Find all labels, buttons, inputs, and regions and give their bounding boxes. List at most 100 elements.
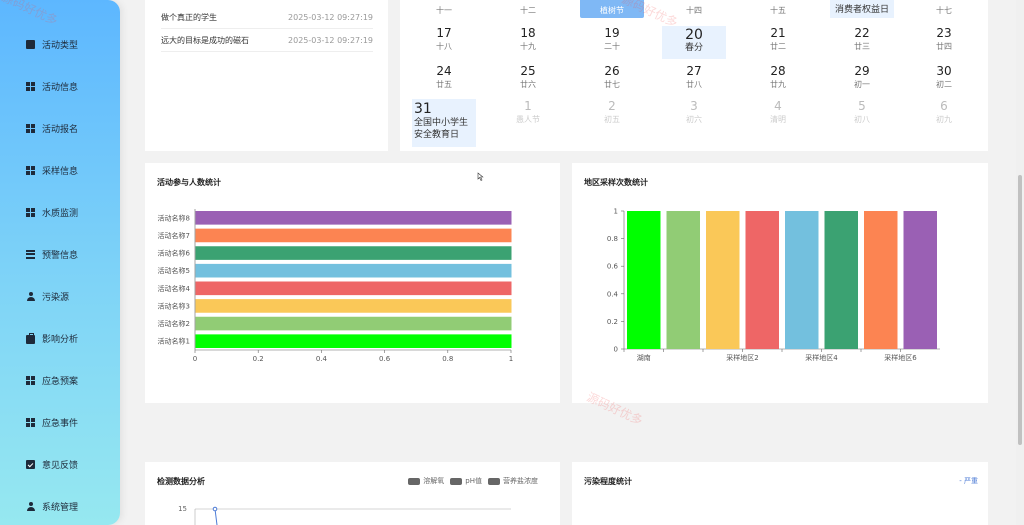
day-lunar: 廿三 xyxy=(854,42,870,51)
bar[interactable] xyxy=(666,211,701,349)
sidebar-item-activity-info[interactable]: 活动信息 xyxy=(26,78,78,94)
bar[interactable] xyxy=(195,228,512,243)
sidebar-item-label: 活动信息 xyxy=(42,82,79,93)
sidebar-item-feedback[interactable]: 意见反馈 xyxy=(26,456,78,472)
briefcase-icon xyxy=(26,332,35,344)
calendar-day[interactable]: 2 初五 xyxy=(580,99,644,125)
scrollbar-thumb[interactable] xyxy=(1018,175,1022,445)
calendar-day[interactable]: 十一 xyxy=(412,0,476,18)
calendar-day[interactable]: 5 初八 xyxy=(830,99,894,125)
bar[interactable] xyxy=(627,211,661,349)
calendar-day[interactable]: 29 初一 xyxy=(830,64,894,90)
sidebar-item-label: 意见反馈 xyxy=(42,460,79,471)
bar[interactable] xyxy=(195,211,512,225)
bar[interactable] xyxy=(195,334,512,348)
x-tick-label: 0 xyxy=(193,355,197,363)
sidebar-item-warning-info[interactable]: 预警信息 xyxy=(26,246,78,262)
sidebar-item-system-admin[interactable]: 系统管理 xyxy=(26,498,78,514)
calendar-day[interactable]: 十四 xyxy=(662,0,726,18)
y-tick-label: 活动名称1 xyxy=(158,337,190,346)
day-number: 27 xyxy=(686,64,702,78)
calendar-day[interactable]: 6 初九 xyxy=(912,99,976,125)
calendar-day[interactable]: 30 初二 xyxy=(912,64,976,90)
series-line xyxy=(214,508,218,525)
day-lunar: 廿九 xyxy=(770,80,786,89)
day-lunar: 初五 xyxy=(604,115,620,124)
calendar-day[interactable]: 21 廿二 xyxy=(746,26,810,52)
calendar-day[interactable]: 23 廿四 xyxy=(912,26,976,52)
calendar-day[interactable]: 十五 xyxy=(746,0,810,18)
sidebar-item-label: 采样信息 xyxy=(42,166,79,177)
user-icon xyxy=(26,501,35,511)
day-lunar: 初九 xyxy=(936,115,952,124)
sidebar-item-emergency-event[interactable]: 应急事件 xyxy=(26,414,78,430)
calendar-day[interactable]: 十二 xyxy=(496,0,560,18)
legend-label: 严重 xyxy=(964,477,978,485)
day-number: 1 xyxy=(524,99,532,113)
calendar-day[interactable]: 25 廿六 xyxy=(496,64,560,90)
sidebar-item-pollution-source[interactable]: 污染源 xyxy=(26,288,69,304)
day-lunar: 十五 xyxy=(770,6,786,15)
day-number: 22 xyxy=(854,26,870,40)
calendar-day[interactable]: 31 全国中小学生 安全教育日 xyxy=(412,99,476,147)
bar[interactable] xyxy=(903,211,938,349)
day-lunar: 廿五 xyxy=(436,80,452,89)
grid-icon xyxy=(26,123,35,133)
news-item[interactable]: 远大的目标是成功的磁石 2025-03-12 09:27:19 xyxy=(161,30,373,52)
calendar-day[interactable]: 植树节 xyxy=(580,0,644,18)
sidebar-item-sampling-info[interactable]: 采样信息 xyxy=(26,162,78,178)
calendar-day[interactable]: 十七 xyxy=(912,0,976,18)
sidebar-item-emergency-plan[interactable]: 应急预案 xyxy=(26,372,78,388)
calendar-day[interactable]: 22 廿三 xyxy=(830,26,894,52)
sidebar-item-impact-analysis[interactable]: 影响分析 xyxy=(26,330,78,346)
bar[interactable] xyxy=(195,316,512,331)
day-lunar: 廿八 xyxy=(686,80,702,89)
book-icon xyxy=(26,39,35,49)
day-number: 3 xyxy=(690,99,698,113)
day-lunar: 初八 xyxy=(854,115,870,124)
calendar-day[interactable]: 18 十九 xyxy=(496,26,560,52)
day-lunar: 十一 xyxy=(436,6,452,15)
y-tick-label: 0.2 xyxy=(607,318,618,326)
bar[interactable] xyxy=(706,211,740,349)
y-tick-label: 活动名称3 xyxy=(158,301,190,310)
bar[interactable] xyxy=(785,211,819,349)
bar[interactable] xyxy=(195,263,512,278)
calendar-day[interactable]: 26 廿七 xyxy=(580,64,644,90)
sidebar-item-activity-type[interactable]: 活动类型 xyxy=(26,36,78,52)
x-tick-label: 0.4 xyxy=(316,355,328,363)
bar[interactable] xyxy=(864,211,898,349)
news-item[interactable]: 做个真正的学生 2025-03-12 09:27:19 xyxy=(161,7,373,29)
calendar-day[interactable]: 24 廿五 xyxy=(412,64,476,90)
day-number: 4 xyxy=(774,99,782,113)
data-point[interactable] xyxy=(212,506,218,512)
sidebar-item-activity-signup[interactable]: 活动报名 xyxy=(26,120,78,136)
x-tick-label: 0.6 xyxy=(379,355,391,363)
bar[interactable] xyxy=(195,281,512,296)
sidebar-item-water-monitoring[interactable]: 水质监测 xyxy=(26,204,78,220)
calendar-day[interactable]: 17 十八 xyxy=(412,26,476,52)
news-card: 做个真正的学生 2025-03-12 09:27:19 远大的目标是成功的磁石 … xyxy=(145,0,388,151)
calendar-day[interactable]: 3 初六 xyxy=(662,99,726,125)
calendar-day[interactable]: 消费者权益日 xyxy=(830,0,894,18)
calendar-day[interactable]: 1 愚人节 xyxy=(496,99,560,125)
pollution-legend-item[interactable]: - 严重 xyxy=(959,476,978,486)
sidebar-item-label: 影响分析 xyxy=(42,334,79,345)
day-number: 26 xyxy=(604,64,620,78)
bar[interactable] xyxy=(745,211,780,349)
day-number: 20 xyxy=(685,27,703,43)
day-lunar: 廿二 xyxy=(770,42,786,51)
day-lunar: 廿四 xyxy=(936,42,952,51)
page-scrollbar[interactable] xyxy=(1016,0,1024,525)
bar[interactable] xyxy=(195,246,512,260)
bar[interactable] xyxy=(195,299,512,313)
calendar-day[interactable]: 19 二十 xyxy=(580,26,644,52)
calendar-day[interactable]: 27 廿八 xyxy=(662,64,726,90)
day-lunar: 廿六 xyxy=(520,80,536,89)
calendar-day[interactable]: 20 春分 xyxy=(662,26,726,59)
bar[interactable] xyxy=(824,211,859,349)
day-lunar: 十八 xyxy=(436,42,452,51)
calendar-day[interactable]: 28 廿九 xyxy=(746,64,810,90)
calendar-day[interactable]: 4 清明 xyxy=(746,99,810,125)
x-tick-label: 0.8 xyxy=(442,355,453,363)
